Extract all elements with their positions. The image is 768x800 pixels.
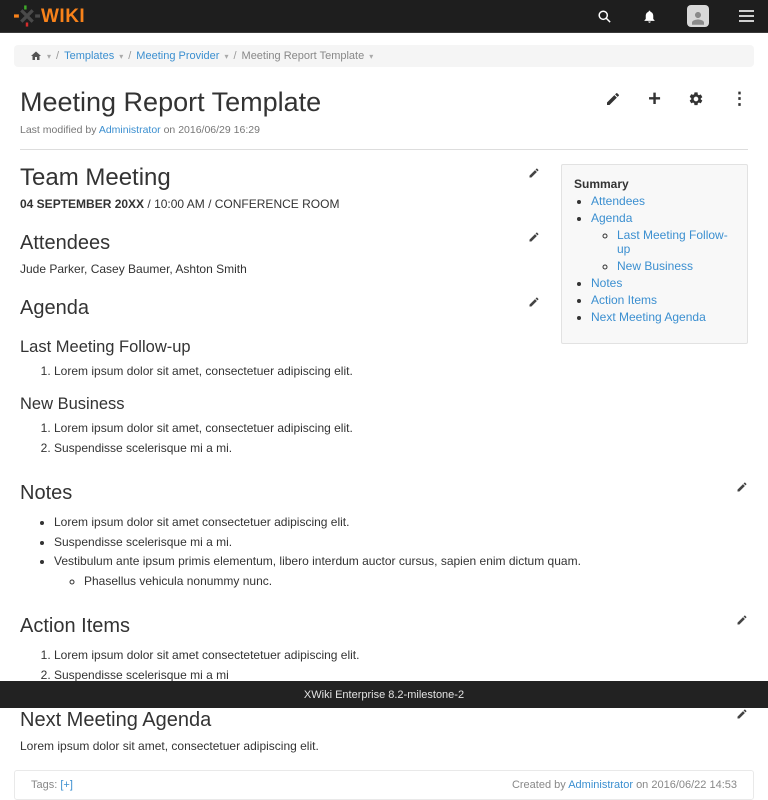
create-plus-icon[interactable]: + xyxy=(648,91,661,107)
list-item: Lorem ipsum dolor sit amet, consectetuer… xyxy=(54,419,748,439)
list-item: Phasellus vehicula nonummy nunc. xyxy=(84,572,748,592)
created-line: Created by Administrator on 2016/06/22 1… xyxy=(512,779,737,791)
summary-panel: Summary Attendees Agenda Last Meeting Fo… xyxy=(561,164,748,344)
summary-link-action-items[interactable]: Action Items xyxy=(591,293,657,307)
section-edit-pencil-icon[interactable] xyxy=(528,296,540,308)
page-actions: + ⋮ xyxy=(605,91,748,107)
summary-link-followup[interactable]: Last Meeting Follow-up xyxy=(617,228,728,256)
document-content: Summary Attendees Agenda Last Meeting Fo… xyxy=(0,150,768,753)
section-edit-pencil-icon[interactable] xyxy=(736,614,748,626)
tags-label: Tags: xyxy=(31,779,57,791)
xwiki-logo-text: WIKI xyxy=(41,7,85,26)
summary-link-new-business[interactable]: New Business xyxy=(617,259,693,273)
hamburger-menu-icon[interactable] xyxy=(739,10,754,22)
summary-link-attendees[interactable]: Attendees xyxy=(591,194,645,208)
list-item: Lorem ipsum dolor sit amet, consectetuer… xyxy=(54,362,748,382)
doc-heading-team-meeting: Team Meeting xyxy=(20,164,171,193)
list-item: Action Items xyxy=(591,293,739,307)
modified-by-user-link[interactable]: Administrator xyxy=(99,124,161,136)
document-footer: Tags: [+] Created by Administrator on 20… xyxy=(14,770,754,800)
section-edit-pencil-icon[interactable] xyxy=(528,167,540,179)
next-meeting-text: Lorem ipsum dolor sit amet, consectetuer… xyxy=(20,739,748,753)
summary-link-notes[interactable]: Notes xyxy=(591,276,622,290)
page-header: Meeting Report Template + ⋮ xyxy=(0,67,768,118)
page-title: Meeting Report Template xyxy=(20,87,321,118)
breadcrumb: ▾ / Templates ▾ / Meeting Provider ▾ / M… xyxy=(14,45,754,67)
user-avatar[interactable] xyxy=(687,5,709,27)
doc-heading-notes: Notes xyxy=(20,481,72,505)
list-item: Next Meeting Agenda xyxy=(591,310,739,324)
list-item: Agenda Last Meeting Follow-up New Busine… xyxy=(591,211,739,273)
doc-heading-next-meeting: Next Meeting Agenda xyxy=(20,708,211,732)
summary-title: Summary xyxy=(574,177,739,191)
chevron-down-icon[interactable]: ▾ xyxy=(47,52,51,61)
breadcrumb-home-icon[interactable] xyxy=(30,50,42,62)
section-edit-pencil-icon[interactable] xyxy=(736,708,748,720)
more-kebab-icon[interactable]: ⋮ xyxy=(731,91,748,107)
last-modified-line: Last modified by Administrator on 2016/0… xyxy=(0,118,768,136)
list-item: Attendees xyxy=(591,194,739,208)
search-icon[interactable] xyxy=(597,9,612,24)
edit-pencil-icon[interactable] xyxy=(605,91,621,107)
doc-heading-action-items: Action Items xyxy=(20,614,130,638)
doc-heading-attendees: Attendees xyxy=(20,231,110,255)
list-item: New Business xyxy=(617,259,739,273)
top-navbar: WIKI xyxy=(0,0,768,33)
chevron-down-icon[interactable]: ▾ xyxy=(119,52,123,61)
breadcrumb-link-templates[interactable]: Templates xyxy=(64,50,114,62)
list-item: Lorem ipsum dolor sit amet consectetuer … xyxy=(54,513,748,533)
tags-area: Tags: [+] xyxy=(31,779,73,791)
summary-link-agenda[interactable]: Agenda xyxy=(591,211,632,225)
chevron-down-icon[interactable]: ▾ xyxy=(369,52,373,61)
section-edit-pencil-icon[interactable] xyxy=(736,481,748,493)
breadcrumb-link-meeting-provider[interactable]: Meeting Provider xyxy=(136,50,219,62)
list-item: Notes xyxy=(591,276,739,290)
doc-heading-agenda: Agenda xyxy=(20,296,89,320)
list-item: Suspendisse scelerisque mi a mi. xyxy=(54,439,748,459)
navbar-actions xyxy=(597,5,754,27)
doc-heading-new-business: New Business xyxy=(20,395,748,415)
add-tag-button[interactable]: [+] xyxy=(60,779,73,791)
chevron-down-icon[interactable]: ▾ xyxy=(224,52,228,61)
summary-link-next-meeting[interactable]: Next Meeting Agenda xyxy=(591,310,706,324)
section-edit-pencil-icon[interactable] xyxy=(528,231,540,243)
list-item: Last Meeting Follow-up xyxy=(617,228,739,256)
notes-list: Lorem ipsum dolor sit amet consectetuer … xyxy=(20,513,748,592)
list-item: Suspendisse scelerisque mi a mi. xyxy=(54,533,748,553)
avatar-person-icon xyxy=(687,5,709,27)
xwiki-asterisk-icon xyxy=(14,5,40,27)
version-bottombar: XWiki Enterprise 8.2-milestone-2 xyxy=(0,681,768,708)
followup-list: Lorem ipsum dolor sit amet, consectetuer… xyxy=(20,362,748,382)
new-business-list: Lorem ipsum dolor sit amet, consectetuer… xyxy=(20,419,748,459)
version-text: XWiki Enterprise 8.2-milestone-2 xyxy=(304,689,464,701)
notifications-bell-icon[interactable] xyxy=(642,9,657,24)
action-items-list: Lorem ipsum dolor sit amet consectetetue… xyxy=(20,646,748,686)
settings-gear-icon[interactable] xyxy=(688,91,704,107)
xwiki-logo[interactable]: WIKI xyxy=(14,5,85,27)
list-item: Vestibulum ante ipsum primis elementum, … xyxy=(54,552,748,592)
breadcrumb-current-page: Meeting Report Template xyxy=(242,50,365,62)
list-item: Lorem ipsum dolor sit amet consectetetue… xyxy=(54,646,748,666)
created-by-user-link[interactable]: Administrator xyxy=(568,779,633,791)
